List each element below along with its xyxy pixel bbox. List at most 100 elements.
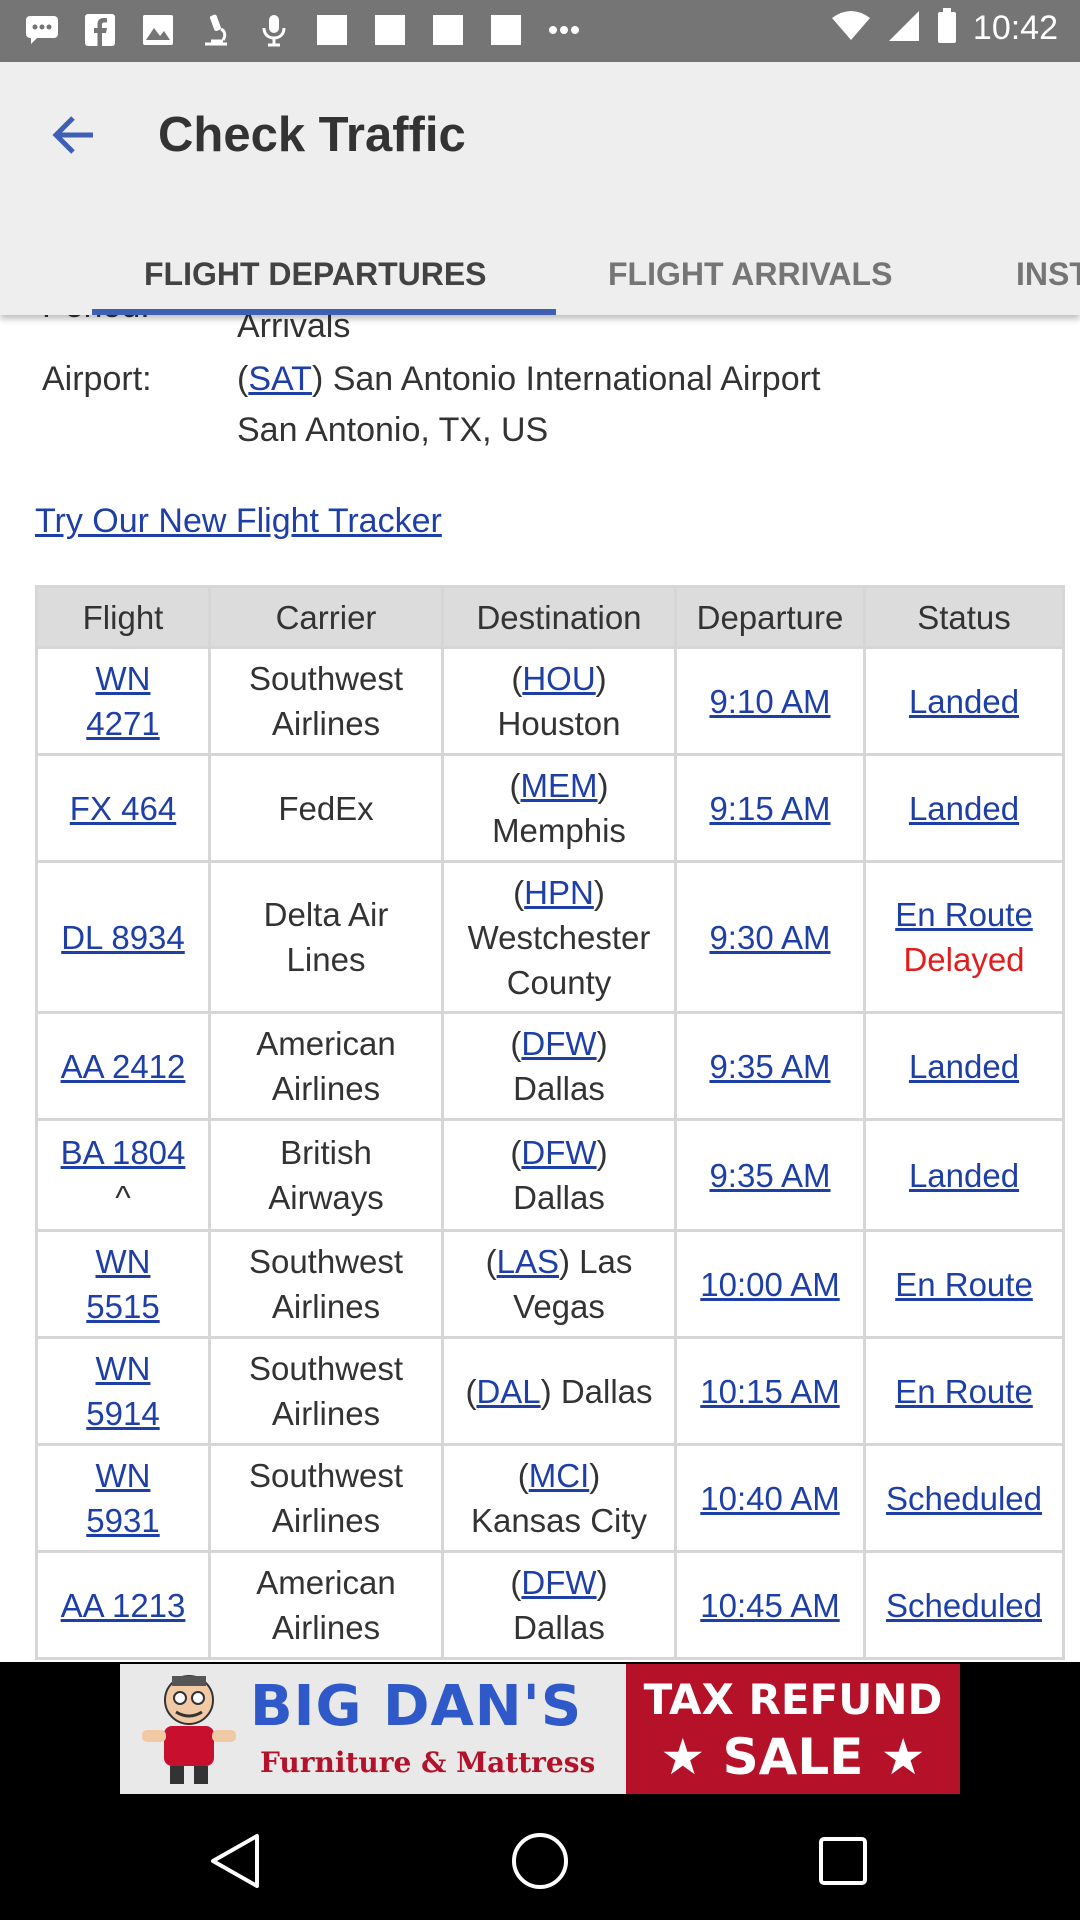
destination-city: Houston bbox=[497, 705, 621, 742]
carrier-name: American bbox=[256, 1025, 396, 1062]
cell-flight: DL 8934 bbox=[38, 863, 208, 1011]
departure-time-link[interactable]: 9:10 AM bbox=[709, 683, 830, 720]
flight-number-link[interactable]: WN bbox=[96, 1243, 151, 1280]
carrier-name: Airlines bbox=[271, 1502, 381, 1539]
cell-flight: AA 1213 bbox=[38, 1553, 208, 1657]
departure-time-link[interactable]: 9:35 AM bbox=[709, 1048, 830, 1085]
destination-code-link[interactable]: MCI bbox=[529, 1457, 590, 1494]
cell-flight: WN 5931 bbox=[38, 1446, 208, 1550]
flight-number-link[interactable]: 5914 bbox=[86, 1395, 159, 1432]
status-bar: 10:42 bbox=[0, 0, 1080, 62]
carrier-name: American bbox=[256, 1564, 396, 1601]
departure-time-link[interactable]: 9:30 AM bbox=[709, 919, 830, 956]
cell-destination: (DAL) Dallas bbox=[444, 1339, 674, 1443]
destination-code-link[interactable]: DFW bbox=[521, 1134, 596, 1171]
cell-carrier: American Airlines bbox=[211, 1553, 441, 1657]
status-link[interactable]: Landed bbox=[909, 790, 1019, 827]
system-indicators: 10:42 bbox=[831, 8, 1058, 49]
tab-flight-departures[interactable]: FLIGHT DEPARTURES bbox=[144, 234, 487, 315]
period-value: Arrivals bbox=[237, 315, 351, 345]
cell-carrier: Delta Air Lines bbox=[211, 863, 441, 1011]
departure-time-link[interactable]: 10:45 AM bbox=[700, 1587, 839, 1624]
destination-code-link[interactable]: DFW bbox=[521, 1564, 596, 1601]
flight-number-link[interactable]: 5931 bbox=[86, 1502, 159, 1539]
departure-time-link[interactable]: 10:00 AM bbox=[700, 1266, 839, 1303]
flight-number-link[interactable]: BA 1804 bbox=[61, 1134, 186, 1171]
tab-flight-arrivals[interactable]: FLIGHT ARRIVALS bbox=[608, 234, 892, 315]
status-delayed: Delayed bbox=[903, 941, 1025, 978]
cell-destination: (DFW) Dallas bbox=[444, 1014, 674, 1118]
flight-number-link[interactable]: WN bbox=[96, 1350, 151, 1387]
destination-code-link[interactable]: DFW bbox=[521, 1025, 596, 1062]
ad-brand: BIG DAN'S bbox=[250, 1674, 583, 1739]
destination-code-link[interactable]: MEM bbox=[521, 767, 598, 804]
status-link[interactable]: En Route bbox=[895, 896, 1033, 933]
status-link[interactable]: En Route bbox=[895, 1266, 1033, 1303]
nav-home-button[interactable] bbox=[505, 1826, 575, 1896]
nav-recents-button[interactable] bbox=[808, 1826, 878, 1896]
square-icon bbox=[372, 12, 408, 48]
microphone-icon bbox=[256, 12, 292, 48]
destination-city: Dallas bbox=[513, 1179, 605, 1216]
flight-number-link[interactable]: 4271 bbox=[86, 705, 159, 742]
flight-number-link[interactable]: DL 8934 bbox=[61, 919, 185, 956]
carrier-name: Airlines bbox=[271, 1288, 381, 1325]
back-button[interactable] bbox=[40, 102, 106, 168]
departure-time-link[interactable]: 10:15 AM bbox=[700, 1373, 839, 1410]
ad-banner[interactable]: BIG DAN'S Furniture & Mattress TAX REFUN… bbox=[120, 1664, 960, 1794]
content-scroll-area[interactable]: Period: Arrivals Airport: (SAT) San Anto… bbox=[0, 315, 1080, 1662]
nav-back-button[interactable] bbox=[200, 1826, 270, 1896]
table-body: WN 4271 Southwest Airlines (HOU) Houston 9:10 … bbox=[38, 649, 1062, 1657]
cell-flight: WN 5515 bbox=[38, 1232, 208, 1336]
carrier-name: Southwest bbox=[248, 1243, 404, 1280]
carrier-name: Airlines bbox=[271, 1609, 381, 1646]
header-flight: Flight bbox=[38, 588, 208, 646]
destination-city: Vegas bbox=[513, 1288, 605, 1325]
carrier-name: FedEx bbox=[278, 789, 374, 827]
departure-time-link[interactable]: 9:35 AM bbox=[709, 1157, 830, 1194]
recents-square-icon bbox=[819, 1837, 867, 1885]
cell-status: En Route bbox=[866, 1232, 1062, 1336]
airport-city: San Antonio, TX, US bbox=[237, 411, 549, 449]
status-link[interactable]: Landed bbox=[909, 683, 1019, 720]
flight-number-link[interactable]: 5515 bbox=[86, 1288, 159, 1325]
status-link[interactable]: Scheduled bbox=[886, 1587, 1042, 1624]
destination-city: Memphis bbox=[492, 812, 626, 849]
flight-number-link[interactable]: AA 2412 bbox=[61, 1048, 186, 1085]
airport-code-link[interactable]: SAT bbox=[248, 360, 312, 398]
departure-time-link[interactable]: 9:15 AM bbox=[709, 790, 830, 827]
mascot-icon bbox=[142, 1675, 236, 1784]
carrier-name: Airlines bbox=[271, 1395, 381, 1432]
flight-number-link[interactable]: WN bbox=[96, 1457, 151, 1494]
departure-time-link[interactable]: 10:40 AM bbox=[700, 1480, 839, 1517]
carrier-name: Southwest bbox=[248, 1350, 404, 1387]
cell-carrier: Southwest Airlines bbox=[211, 649, 441, 753]
destination-code-link[interactable]: HPN bbox=[524, 874, 594, 911]
status-link[interactable]: Scheduled bbox=[886, 1480, 1042, 1517]
square-icon bbox=[430, 12, 466, 48]
cell-status: Scheduled bbox=[866, 1446, 1062, 1550]
flight-tracker-link[interactable]: Try Our New Flight Tracker bbox=[35, 502, 442, 541]
destination-code-link[interactable]: HOU bbox=[522, 660, 595, 697]
tab-inst[interactable]: INST bbox=[1016, 234, 1080, 315]
destination-city: Dallas bbox=[513, 1609, 605, 1646]
airport-label: Airport: bbox=[42, 360, 152, 398]
flight-number-link[interactable]: WN bbox=[96, 660, 151, 697]
app-bar: Check Traffic FLIGHT DEPARTURES FLIGHT A… bbox=[0, 62, 1080, 315]
flight-number-link[interactable]: FX 464 bbox=[70, 790, 176, 827]
status-link[interactable]: Landed bbox=[909, 1157, 1019, 1194]
more-dots-icon bbox=[546, 12, 582, 48]
cell-carrier: American Airlines bbox=[211, 1014, 441, 1118]
table-header-row: Flight Carrier Destination Departure Sta… bbox=[38, 588, 1062, 646]
status-link[interactable]: Landed bbox=[909, 1048, 1019, 1085]
header-departure: Departure bbox=[677, 588, 863, 646]
destination-code-link[interactable]: DAL bbox=[476, 1373, 540, 1410]
flight-number-link[interactable]: AA 1213 bbox=[61, 1587, 186, 1624]
destination-code-link[interactable]: LAS bbox=[497, 1243, 559, 1280]
destination-city: Dallas bbox=[560, 1372, 653, 1410]
image-icon bbox=[140, 12, 176, 48]
ad-sale-line1: TAX REFUND bbox=[643, 1675, 943, 1724]
cell-carrier: Southwest Airlines bbox=[211, 1446, 441, 1550]
status-link[interactable]: En Route bbox=[895, 1373, 1033, 1410]
navigation-bar bbox=[0, 1802, 1080, 1920]
